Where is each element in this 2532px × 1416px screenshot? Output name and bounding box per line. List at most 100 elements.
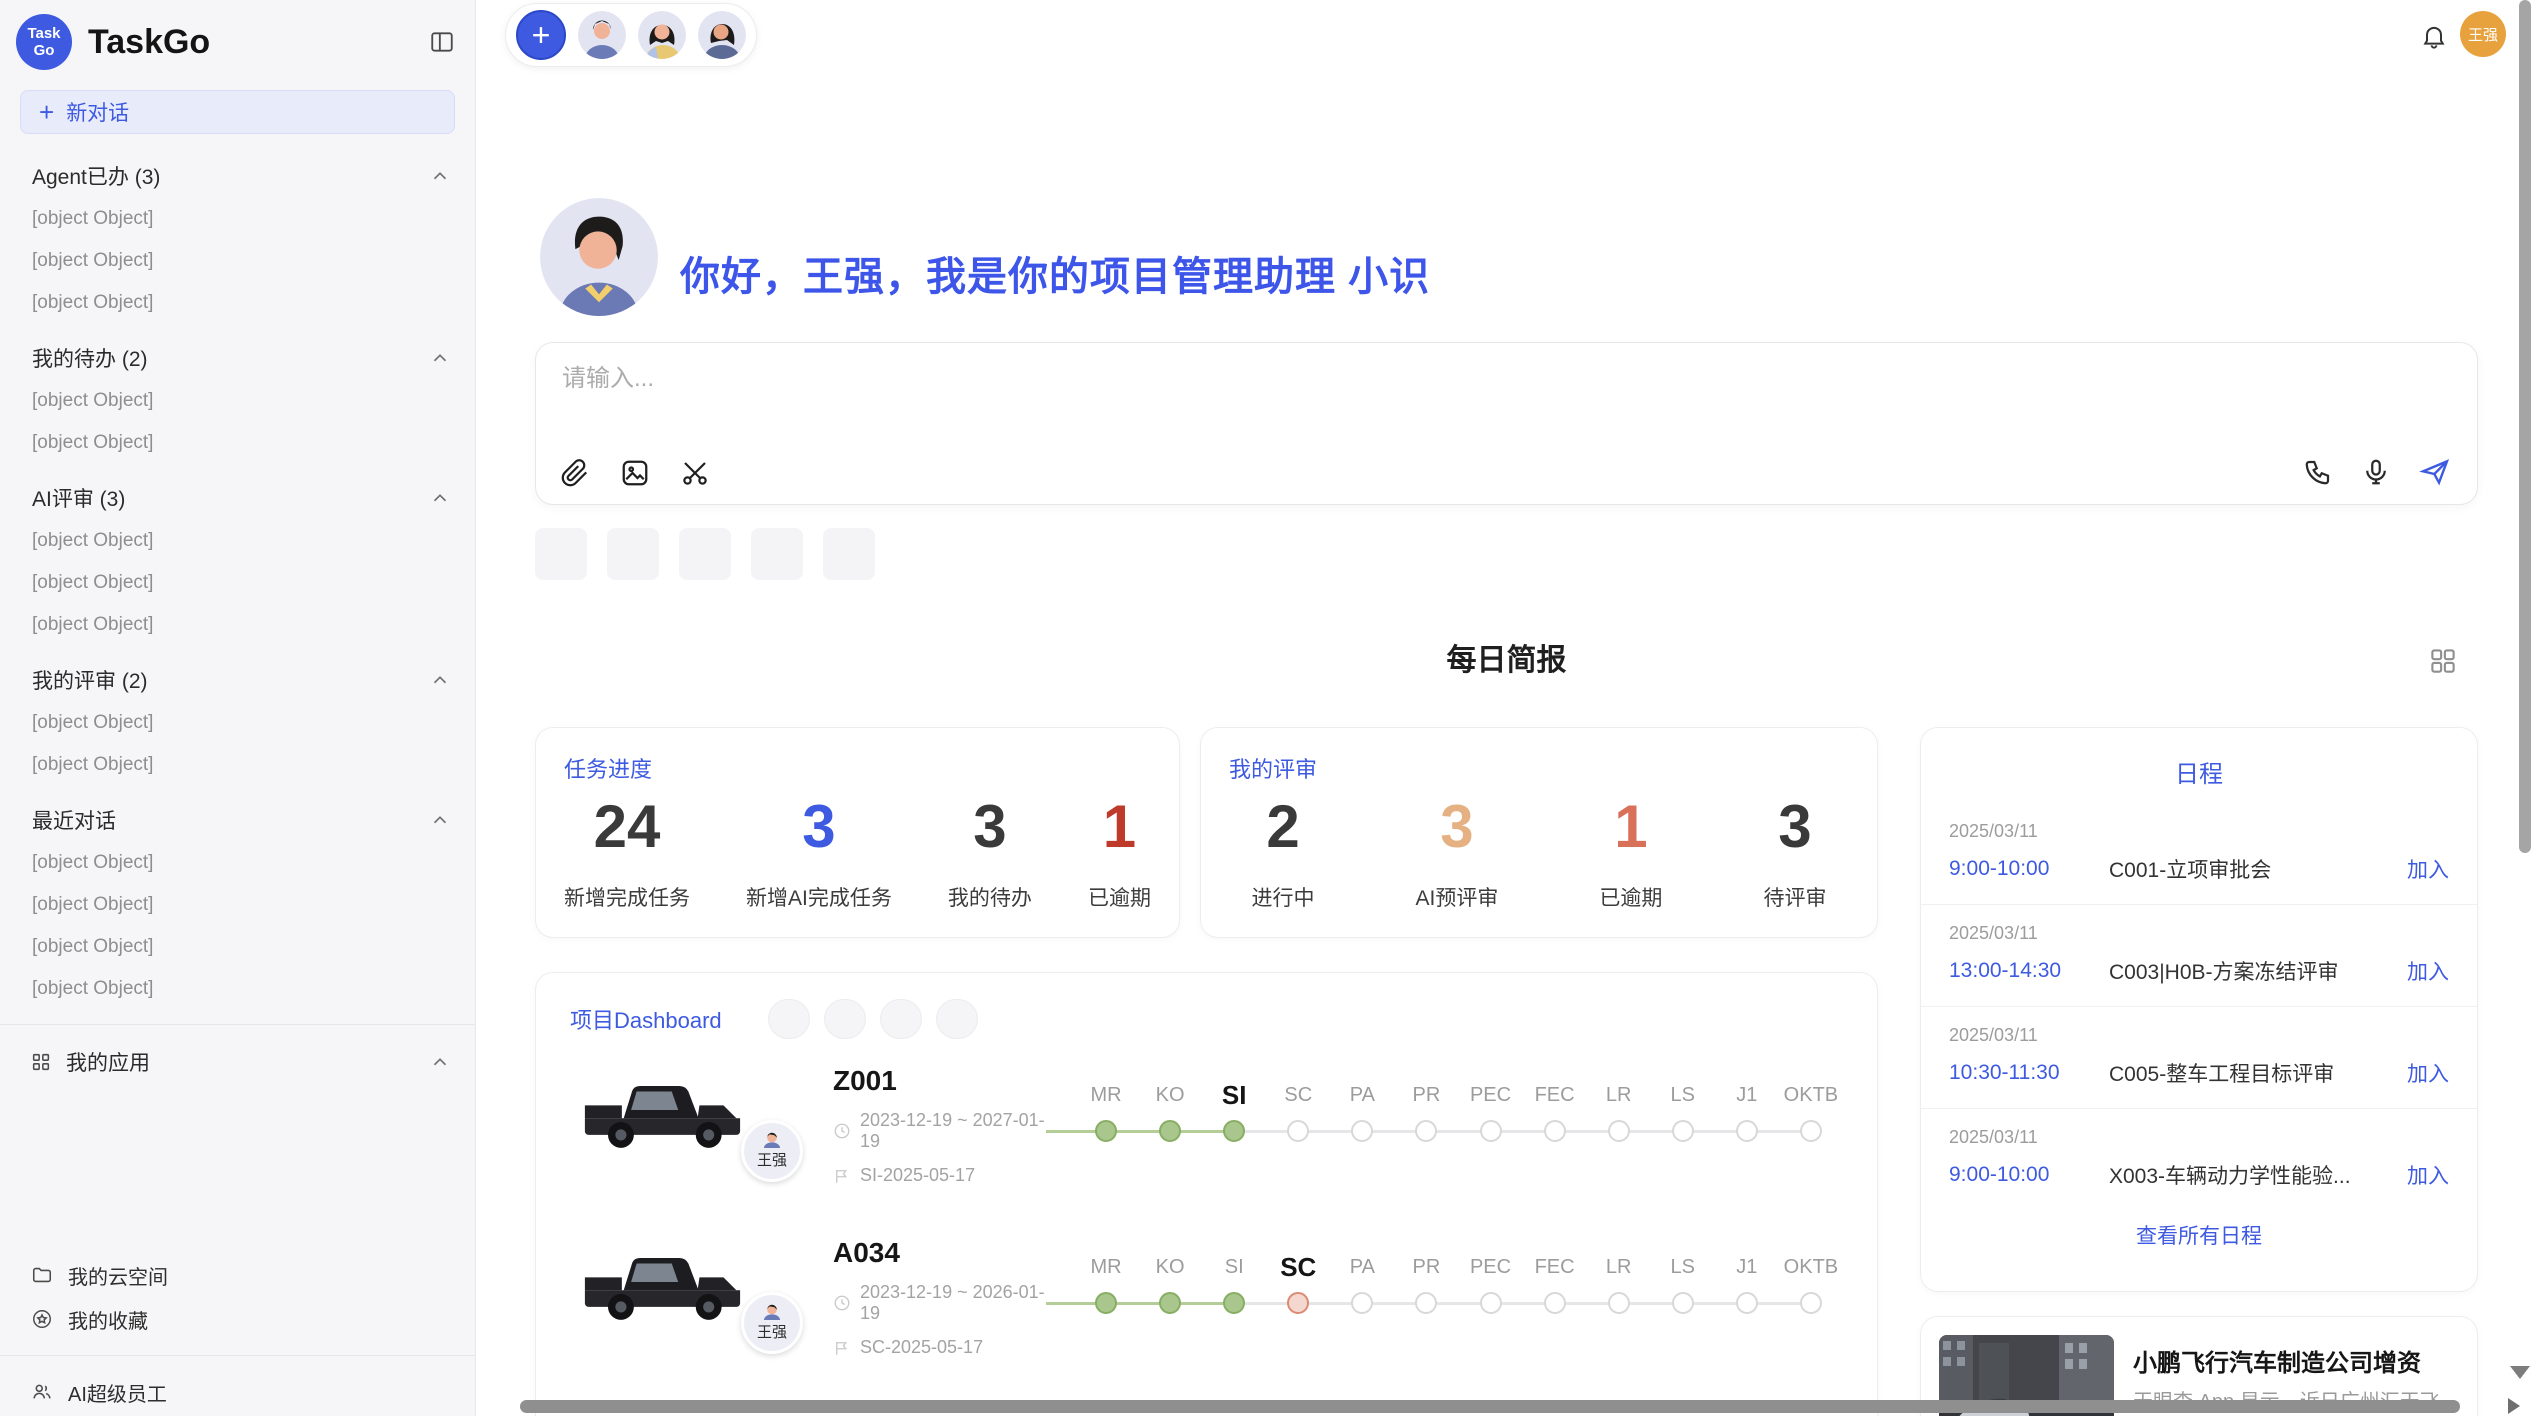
filter-chip[interactable] xyxy=(936,999,978,1039)
sidebar: Task Go TaskGo + 新对话 Agent已办 (3) [object… xyxy=(0,0,476,1416)
milestone: PA xyxy=(1330,1249,1394,1323)
milestone: MR xyxy=(1074,1077,1138,1151)
scroll-right-arrow-icon[interactable] xyxy=(2508,1398,2520,1414)
filter-chip[interactable] xyxy=(824,999,866,1039)
app-sub-item[interactable] xyxy=(0,1085,475,1127)
sidebar-item[interactable]: [object Object] xyxy=(0,520,475,562)
section-header[interactable]: 我的待办 (2) xyxy=(0,336,475,380)
view-all-schedule-link[interactable]: 查看所有日程 xyxy=(1921,1220,2477,1250)
suggestion-chip[interactable] xyxy=(607,528,659,580)
section-header[interactable]: Agent已办 (3) xyxy=(0,154,475,198)
agent-avatar[interactable] xyxy=(638,11,686,59)
horizontal-scrollbar-thumb[interactable] xyxy=(520,1400,2460,1413)
sidebar-item[interactable]: [object Object] xyxy=(0,198,475,240)
milestone-dot xyxy=(1672,1292,1694,1314)
sidebar-item[interactable]: [object Object] xyxy=(0,380,475,422)
stat-label: 已逾期 xyxy=(1088,882,1151,912)
user-name: 王强 xyxy=(2468,24,2498,45)
sidebar-item[interactable]: [object Object] xyxy=(0,702,475,744)
scroll-down-arrow-icon[interactable] xyxy=(2510,1366,2530,1379)
dashboard-title: 项目Dashboard xyxy=(570,1003,722,1035)
milestone-dot xyxy=(1351,1120,1373,1142)
milestone-label: LS xyxy=(1651,1249,1715,1285)
sidebar-collapse-icon[interactable] xyxy=(429,29,455,55)
notification-bell-icon[interactable] xyxy=(2420,22,2448,50)
vertical-scrollbar-thumb[interactable] xyxy=(2519,0,2531,853)
sidebar-item-ai-staff[interactable]: AI超级员工 xyxy=(0,1370,475,1414)
project-flag-meta: SI-2025-05-17 xyxy=(833,1165,1058,1186)
milestone: KO xyxy=(1138,1077,1202,1151)
chevron-up-icon[interactable] xyxy=(429,347,451,369)
section-title: Agent已办 (3) xyxy=(32,161,429,191)
filter-chip[interactable] xyxy=(880,999,922,1039)
owner-name: 王强 xyxy=(757,1149,787,1170)
join-link[interactable]: 加入 xyxy=(2407,1058,2449,1088)
sidebar-item-cloud[interactable]: 我的云空间 xyxy=(0,1253,475,1297)
milestone: KO xyxy=(1138,1249,1202,1323)
join-link[interactable]: 加入 xyxy=(2407,956,2449,986)
project-row[interactable]: 王强 A034 2023-12-19 ~ 2026-01-19 xyxy=(536,1233,1877,1383)
sidebar-item[interactable]: [object Object] xyxy=(0,884,475,926)
flag-icon xyxy=(833,1167,851,1185)
new-chat-button[interactable]: + 新对话 xyxy=(20,90,455,134)
stat-value: 3 xyxy=(948,794,1032,860)
project-row[interactable]: 王强 Z001 2023-12-19 ~ 2027-01-19 xyxy=(536,1061,1877,1211)
sidebar-item[interactable]: [object Object] xyxy=(0,926,475,968)
app-sub-item[interactable] xyxy=(0,1211,475,1253)
sidebar-item-favorites[interactable]: 我的收藏 xyxy=(0,1297,475,1341)
suggestion-chip[interactable] xyxy=(679,528,731,580)
milestone: LR xyxy=(1587,1249,1651,1323)
message-input[interactable] xyxy=(562,365,1762,393)
main-content: + 王强 你好，王强，我是你的项目管理助理 小识 xyxy=(476,0,2532,1416)
sidebar-item[interactable]: [object Object] xyxy=(0,744,475,786)
section-header[interactable]: 我的评审 (2) xyxy=(0,658,475,702)
my-apps-header[interactable]: 我的应用 xyxy=(0,1039,475,1085)
chevron-up-icon[interactable] xyxy=(429,809,451,831)
app-sub-item[interactable] xyxy=(0,1169,475,1211)
scissors-icon[interactable] xyxy=(680,458,710,488)
suggestion-chip[interactable] xyxy=(751,528,803,580)
event-name: C001-立项审批会 xyxy=(2109,854,2407,884)
project-dates: 2023-12-19 ~ 2026-01-19 xyxy=(833,1282,1058,1324)
section-header[interactable]: AI评审 (3) xyxy=(0,476,475,520)
send-icon[interactable] xyxy=(2419,456,2451,488)
phone-icon[interactable] xyxy=(2303,457,2333,487)
sidebar-item[interactable]: [object Object] xyxy=(0,968,475,1010)
user-avatar[interactable]: 王强 xyxy=(2460,11,2506,57)
sidebar-item[interactable]: [object Object] xyxy=(0,842,475,884)
schedule-event: 2025/03/11 10:30-11:30 C005-整车工程目标评审 加入 xyxy=(1921,1007,2477,1109)
agent-avatar[interactable] xyxy=(698,11,746,59)
milestone-label: SC xyxy=(1266,1077,1330,1113)
filter-chip[interactable] xyxy=(768,999,810,1039)
suggestion-chip[interactable] xyxy=(823,528,875,580)
join-link[interactable]: 加入 xyxy=(2407,1160,2449,1190)
stat-value: 3 xyxy=(1416,794,1499,860)
section-header[interactable]: 最近对话 xyxy=(0,798,475,842)
microphone-icon[interactable] xyxy=(2361,457,2391,487)
milestone: SI xyxy=(1202,1249,1266,1323)
sidebar-item[interactable]: [object Object] xyxy=(0,240,475,282)
agent-avatar[interactable] xyxy=(578,11,626,59)
layout-grid-icon[interactable] xyxy=(2428,646,2458,676)
sidebar-item[interactable]: [object Object] xyxy=(0,422,475,464)
chevron-up-icon[interactable] xyxy=(429,487,451,509)
milestone-dot xyxy=(1800,1292,1822,1314)
app-sub-item[interactable] xyxy=(0,1127,475,1169)
sidebar-item[interactable]: [object Object] xyxy=(0,604,475,646)
event-time: 10:30-11:30 xyxy=(1949,1061,2109,1085)
event-name: C003|H0B-方案冻结评审 xyxy=(2109,956,2407,986)
milestone-label: FEC xyxy=(1523,1077,1587,1113)
milestone-label: KO xyxy=(1138,1249,1202,1285)
suggestion-chip[interactable] xyxy=(535,528,587,580)
join-link[interactable]: 加入 xyxy=(2407,854,2449,884)
chevron-up-icon[interactable] xyxy=(429,165,451,187)
sidebar-item[interactable]: [object Object] xyxy=(0,562,475,604)
sidebar-item[interactable]: [object Object] xyxy=(0,282,475,324)
chevron-up-icon[interactable] xyxy=(429,669,451,691)
add-agent-button[interactable]: + xyxy=(516,10,566,60)
paperclip-icon[interactable] xyxy=(560,458,590,488)
daily-brief-title: 每日简报 xyxy=(535,638,2478,684)
milestone: J1 xyxy=(1715,1249,1779,1323)
image-icon[interactable] xyxy=(620,458,650,488)
chevron-up-icon[interactable] xyxy=(429,1051,451,1073)
